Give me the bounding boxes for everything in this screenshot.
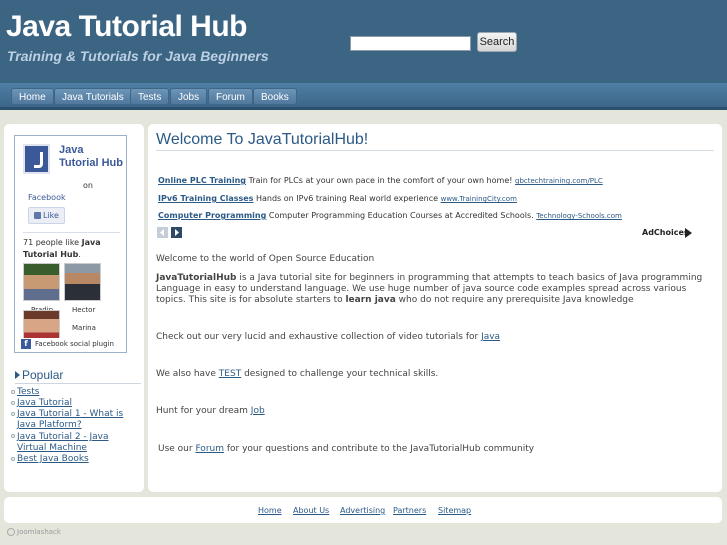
forum-text: Use our [158, 444, 196, 454]
nav-jobs[interactable]: Jobs [170, 88, 208, 105]
face-name[interactable]: Hector [72, 306, 95, 314]
ad-item: Computer Programming Computer Programmin… [158, 211, 622, 220]
forum-text-2: for your questions and contribute to the… [224, 444, 535, 454]
intro-text: Welcome to the world of Open Source Educ… [156, 254, 375, 264]
bullet-icon [11, 401, 15, 405]
test-paragraph: We also have TEST designed to challenge … [156, 369, 716, 380]
facebook-plugin-label[interactable]: Facebook social plugin [35, 339, 114, 349]
job-text: Hunt for your dream [156, 406, 251, 416]
ad-url[interactable]: Technology-Schools.com [536, 212, 622, 220]
footer-link-sitemap[interactable]: Sitemap [438, 506, 471, 515]
page-logo-icon[interactable] [23, 144, 50, 174]
ad-title[interactable]: Computer Programming [158, 211, 266, 220]
credit-link[interactable]: Joomlashack [17, 528, 61, 536]
ad-url[interactable]: www.TrainingCity.com [441, 195, 517, 203]
popular-item[interactable]: Java Tutorial [17, 398, 143, 409]
ad-title[interactable]: IPv6 Training Classes [158, 194, 253, 203]
footer-link-advertising[interactable]: Advertising [340, 506, 385, 515]
site-footer: Home About Us Advertising Partners Sitem… [4, 497, 722, 523]
face-avatar[interactable] [23, 263, 60, 301]
divider [15, 383, 141, 384]
adchoices-icon[interactable] [685, 228, 692, 238]
ad-text: Hands on IPv6 training Real world experi… [255, 194, 439, 203]
test-link[interactable]: TEST [219, 369, 241, 379]
bullet-icon [11, 390, 15, 394]
adchoices-label[interactable]: AdChoices [642, 228, 689, 237]
popular-heading: Popular [22, 368, 64, 382]
forum-paragraph: Use our Forum for your questions and con… [158, 444, 718, 455]
site-title[interactable]: Java Tutorial Hub [6, 10, 248, 44]
about-bold-2: learn java [345, 295, 396, 305]
ad-url[interactable]: gbctechtraining.com/PLC [515, 177, 603, 185]
test-text: We also have [156, 369, 219, 379]
arrow-right-icon [15, 371, 20, 379]
popular-item[interactable]: Tests [17, 387, 143, 398]
ad-item: Online PLC Training Train for PLCs at yo… [158, 176, 603, 185]
search-input[interactable] [350, 36, 471, 51]
ad-text: Train for PLCs at your own pace in the c… [248, 176, 513, 185]
popular-item[interactable]: Java Tutorial 1 - What is Java Platform? [17, 409, 129, 431]
left-sidebar: Java Tutorial Hub on Facebook Like 71 pe… [4, 124, 144, 492]
facebook-icon: f [21, 339, 31, 349]
popular-item[interactable]: Best Java Books [17, 454, 143, 465]
facebook-link[interactable]: Facebook [28, 193, 66, 202]
facebook-like-box: Java Tutorial Hub on Facebook Like 71 pe… [14, 135, 127, 353]
ad-item: IPv6 Training Classes Hands on IPv6 trai… [158, 194, 517, 203]
bullet-icon [11, 434, 15, 438]
divider [23, 232, 120, 233]
face-avatar[interactable] [23, 310, 60, 338]
facebook-on-label: on [83, 181, 93, 190]
ad-prev-arrow-icon[interactable] [157, 227, 168, 238]
joomlashack-icon [7, 528, 15, 536]
footer-link-home[interactable]: Home [258, 506, 282, 515]
test-text-2: designed to challenge your technical ski… [241, 369, 439, 379]
video-text: Check out our very lucid and exhaustive … [156, 332, 482, 342]
main-nav: Home Java Tutorials Tests Jobs Forum Boo… [0, 83, 727, 110]
thumbs-up-icon [34, 212, 41, 219]
job-link[interactable]: Job [251, 406, 265, 416]
popular-item[interactable]: Java Tutorial 2 - Java Virtual Machine [17, 432, 129, 454]
ad-title[interactable]: Online PLC Training [158, 176, 246, 185]
footer-link-partners[interactable]: Partners [393, 506, 426, 515]
like-count: 71 people like Java Tutorial Hub. [23, 237, 123, 261]
ad-text: Computer Programming Education Courses a… [268, 211, 534, 220]
face-name[interactable]: Marina [72, 324, 96, 332]
bullet-icon [11, 457, 15, 461]
footer-link-about[interactable]: About Us [293, 506, 329, 515]
nav-tests[interactable]: Tests [130, 88, 170, 105]
face-avatar[interactable] [64, 263, 101, 301]
job-paragraph: Hunt for your dream Job [156, 406, 716, 417]
forum-link[interactable]: Forum [195, 444, 224, 454]
about-bold: JavaTutorialHub [156, 273, 237, 283]
search-button[interactable]: Search [477, 32, 517, 52]
nav-books[interactable]: Books [253, 88, 297, 105]
about-text-2: who do not require any prerequisite Java… [395, 295, 634, 305]
divider [156, 150, 714, 151]
nav-home[interactable]: Home [11, 88, 54, 105]
ad-next-arrow-icon[interactable] [171, 227, 182, 238]
nav-java-tutorials[interactable]: Java Tutorials [54, 88, 132, 105]
like-count-suffix: . [78, 250, 81, 259]
java-link[interactable]: Java [481, 332, 500, 342]
site-tagline: Training & Tutorials for Java Beginners [7, 48, 269, 64]
main-content: Welcome To JavaTutorialHub! Online PLC T… [148, 124, 722, 492]
facebook-page-name[interactable]: Java Tutorial Hub [59, 144, 123, 170]
like-count-prefix: 71 people like [23, 238, 82, 247]
facebook-like-button[interactable]: Like [28, 207, 65, 224]
like-label: Like [43, 211, 59, 220]
bullet-icon [11, 412, 15, 416]
page-title: Welcome To JavaTutorialHub! [156, 131, 369, 148]
site-header: Java Tutorial Hub Training & Tutorials f… [0, 0, 727, 83]
video-paragraph: Check out our very lucid and exhaustive … [156, 332, 716, 343]
about-paragraph: JavaTutorialHub is a Java tutorial site … [156, 273, 716, 306]
nav-forum[interactable]: Forum [208, 88, 253, 105]
